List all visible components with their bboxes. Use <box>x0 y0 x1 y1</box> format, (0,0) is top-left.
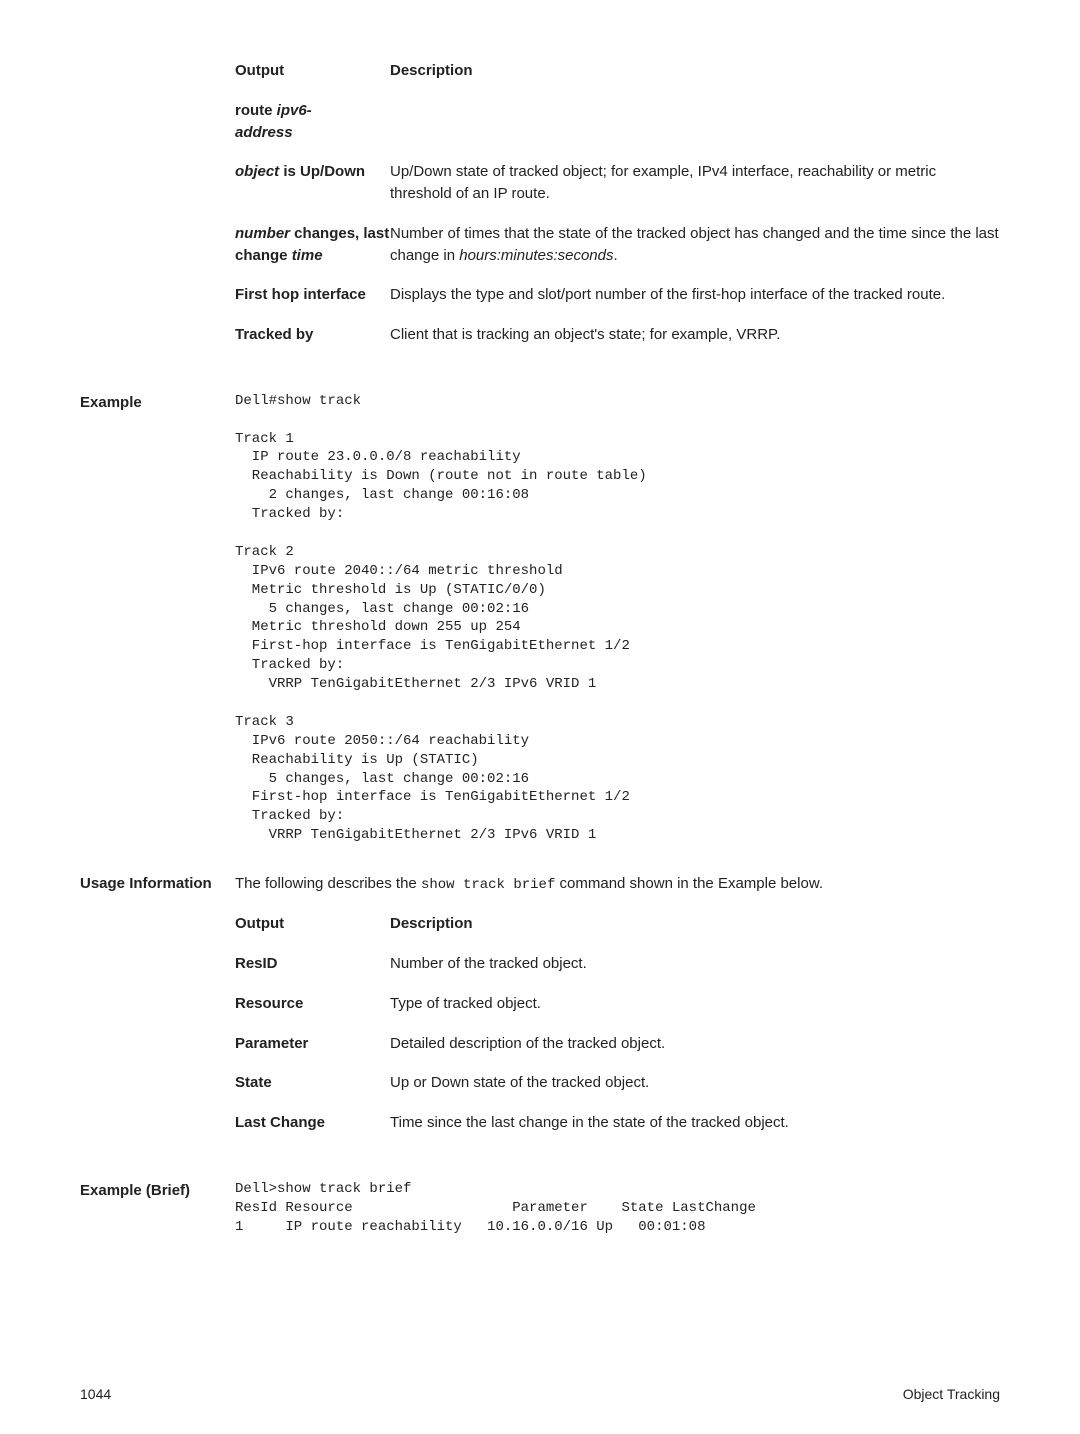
row-desc: Detailed description of the tracked obje… <box>390 1033 1000 1055</box>
example-label: Example <box>80 392 235 845</box>
header-output: Output <box>235 60 390 82</box>
usage-header-desc: Description <box>390 913 1000 935</box>
table-row: Parameter Detailed description of the tr… <box>235 1033 1000 1055</box>
row-term: Resource <box>235 993 390 1015</box>
row-desc <box>390 100 1000 144</box>
example-section: Example Dell#show track Track 1 IP route… <box>80 392 1000 845</box>
table-row: State Up or Down state of the tracked ob… <box>235 1072 1000 1094</box>
row-desc: Type of tracked object. <box>390 993 1000 1015</box>
table-row: First hop interface Displays the type an… <box>235 284 1000 306</box>
row-desc: Time since the last change in the state … <box>390 1112 1000 1134</box>
row-term: ResID <box>235 953 390 975</box>
page-number: 1044 <box>80 1384 111 1404</box>
top-output-table: Output Description route ipv6-address ob… <box>80 60 1000 364</box>
usage-label: Usage Information <box>80 873 235 1152</box>
table-row: Last Change Time since the last change i… <box>235 1112 1000 1134</box>
row-desc: Number of the tracked object. <box>390 953 1000 975</box>
row-term: Parameter <box>235 1033 390 1055</box>
table-header-row: Output Description <box>235 60 1000 82</box>
row-term: State <box>235 1072 390 1094</box>
row-term: route ipv6-address <box>235 100 390 144</box>
usage-header-output: Output <box>235 913 390 935</box>
row-term: number changes, last change time <box>235 223 390 267</box>
header-desc: Description <box>390 60 1000 82</box>
row-term: Tracked by <box>235 324 390 346</box>
example-brief-section: Example (Brief) Dell>show track brief Re… <box>80 1180 1000 1237</box>
usage-intro: The following describes the show track b… <box>235 873 1000 895</box>
table-row: route ipv6-address <box>235 100 1000 144</box>
sidebar-col: Output Description route ipv6-address ob… <box>80 60 1000 364</box>
row-term: First hop interface <box>235 284 390 306</box>
row-desc: Displays the type and slot/port number o… <box>390 284 1000 306</box>
row-term: Last Change <box>235 1112 390 1134</box>
example-code: Dell#show track Track 1 IP route 23.0.0.… <box>235 392 1000 845</box>
row-desc: Up or Down state of the tracked object. <box>390 1072 1000 1094</box>
usage-section: Usage Information The following describe… <box>80 873 1000 1152</box>
page-footer: 1044 Object Tracking <box>80 1384 1000 1404</box>
row-desc: Up/Down state of tracked object; for exa… <box>390 161 1000 205</box>
table-row: ResID Number of the tracked object. <box>235 953 1000 975</box>
row-term: object is Up/Down <box>235 161 390 205</box>
table-row: Tracked by Client that is tracking an ob… <box>235 324 1000 346</box>
example-brief-code: Dell>show track brief ResId Resource Par… <box>235 1180 1000 1237</box>
section-title: Object Tracking <box>903 1384 1000 1404</box>
table-row: Resource Type of tracked object. <box>235 993 1000 1015</box>
row-desc: Number of times that the state of the tr… <box>390 223 1000 267</box>
row-desc: Client that is tracking an object's stat… <box>390 324 1000 346</box>
table-row: object is Up/Down Up/Down state of track… <box>235 161 1000 205</box>
table-row: number changes, last change time Number … <box>235 223 1000 267</box>
usage-header-row: Output Description <box>235 913 1000 935</box>
example-brief-label: Example (Brief) <box>80 1180 235 1237</box>
